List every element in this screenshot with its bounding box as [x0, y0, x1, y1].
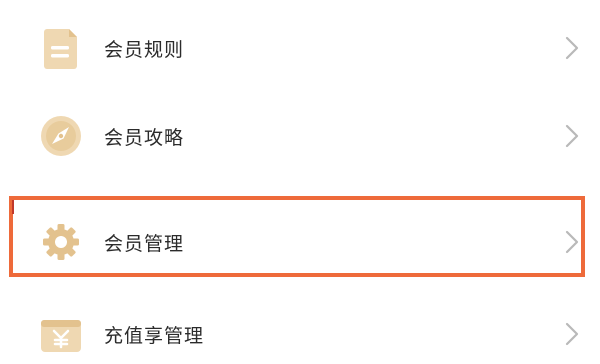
chevron-right-icon — [562, 123, 582, 149]
chevron-right-icon — [562, 35, 582, 61]
chevron-right-icon — [562, 321, 582, 347]
menu-item-label: 会员规则 — [104, 38, 185, 61]
member-menu-screen: 会员规则 会员攻略 会员管理 充值享管理 — [0, 0, 600, 364]
highlight-tick-mark — [12, 200, 14, 214]
menu-item-member-guide[interactable]: 会员攻略 — [0, 88, 600, 184]
compass-icon — [38, 113, 84, 159]
menu-item-label: 会员管理 — [104, 232, 185, 255]
document-icon — [38, 25, 84, 71]
gear-icon — [38, 219, 84, 265]
menu-item-recharge-management[interactable]: 充值享管理 — [0, 286, 600, 364]
menu-item-member-management[interactable]: 会员管理 — [0, 194, 600, 290]
yuan-card-icon — [38, 311, 84, 357]
chevron-right-icon — [562, 229, 582, 255]
menu-item-label: 充值享管理 — [104, 324, 205, 347]
menu-item-member-rules[interactable]: 会员规则 — [0, 0, 600, 96]
menu-item-label: 会员攻略 — [104, 126, 185, 149]
